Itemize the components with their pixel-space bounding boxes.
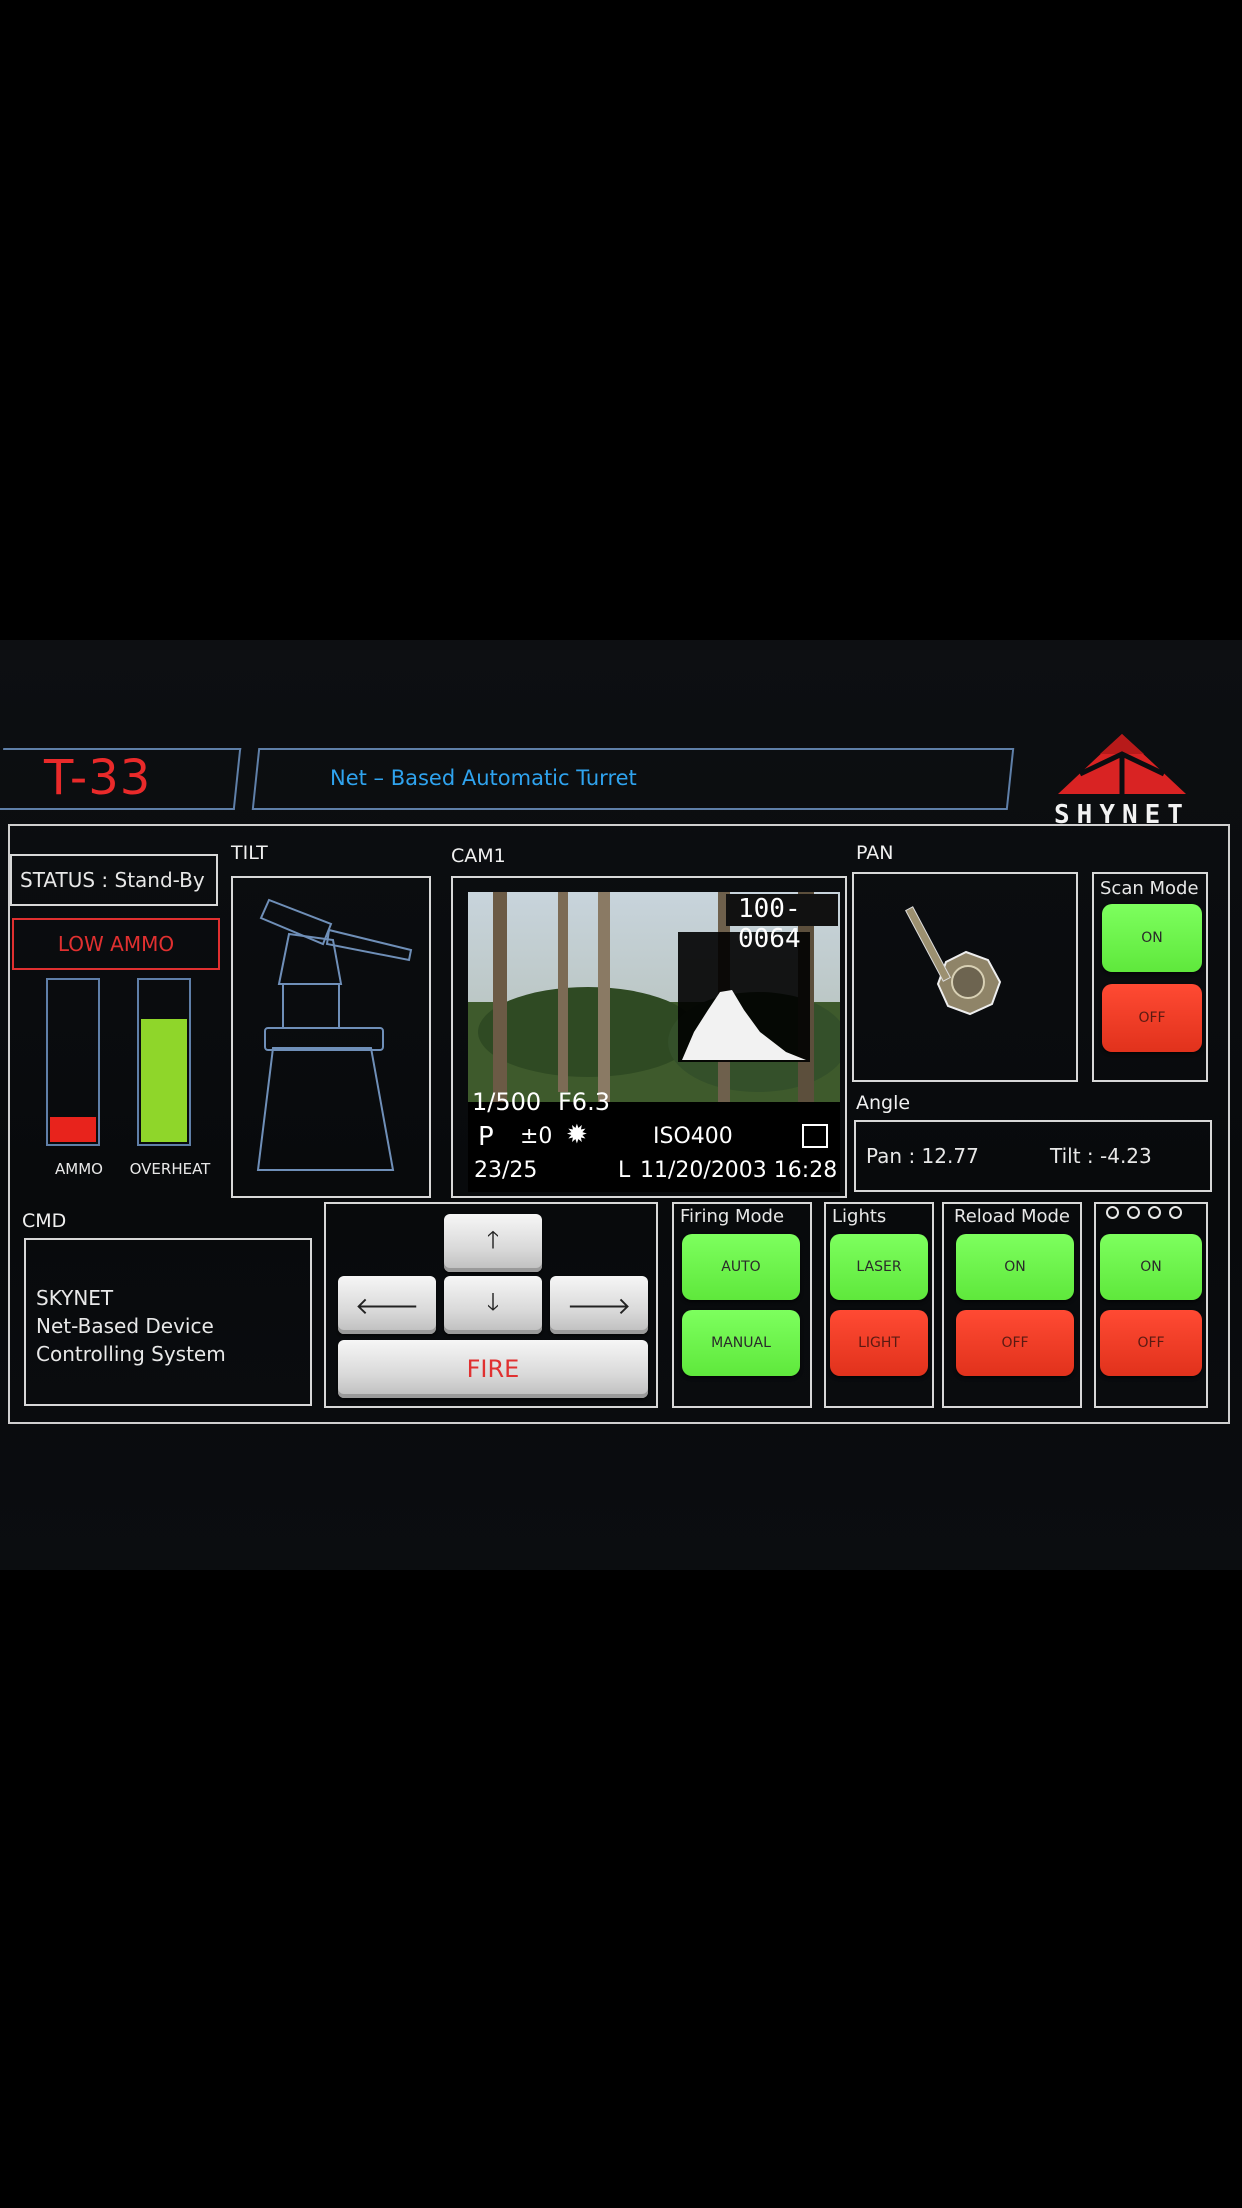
white-balance-sun-icon: ✹ [566, 1120, 588, 1150]
arrow-up-icon: 🡑 [486, 1225, 500, 1254]
cam-exposure: ±0 [520, 1124, 553, 1149]
dot-icon [1127, 1206, 1140, 1219]
arrow-down-icon: 🡓 [486, 1287, 500, 1316]
cmd-line: SKYNET [36, 1286, 114, 1310]
reload-mode-off-button[interactable]: OFF [956, 1310, 1074, 1376]
turret-side-view-icon [256, 898, 413, 1171]
cam-shutter: 1/500 [472, 1088, 542, 1116]
dot-icon [1106, 1206, 1119, 1219]
pan-view [852, 872, 1078, 1082]
arrow-left-button[interactable]: 🡐 [338, 1276, 436, 1334]
cam-quality: L [618, 1158, 631, 1183]
scan-mode-on-button[interactable]: ON [1102, 904, 1202, 972]
cam-aperture: F6.3 [558, 1088, 610, 1116]
tilt-label: TILT [231, 842, 268, 864]
cam-iso: ISO400 [653, 1124, 733, 1149]
scan-mode-title: Scan Mode [1100, 878, 1199, 899]
cmd-label: CMD [22, 1210, 67, 1232]
extra-on-button[interactable]: ON [1100, 1234, 1202, 1300]
metering-icon [802, 1124, 828, 1148]
extra-panel-dots [1106, 1206, 1182, 1219]
pan-label: PAN [856, 842, 894, 864]
overheat-label: OVERHEAT [129, 1160, 211, 1178]
tilt-view [231, 876, 431, 1198]
dot-icon [1148, 1206, 1161, 1219]
firing-mode-title: Firing Mode [680, 1206, 785, 1227]
cam-mode: P [478, 1122, 494, 1152]
fire-button[interactable]: FIRE [338, 1340, 648, 1398]
tilt-value: Tilt : -4.23 [1050, 1144, 1152, 1168]
extra-off-button[interactable]: OFF [1100, 1310, 1202, 1376]
arrow-down-button[interactable]: 🡓 [444, 1276, 542, 1334]
cam-frame-count: 23/25 [474, 1158, 538, 1183]
camera-feed: 100-0064 1/500 F6.3 P ±0 ✹ ISO400 23/25 … [468, 892, 840, 1192]
arrow-up-button[interactable]: 🡑 [444, 1214, 542, 1272]
scan-mode-off-button[interactable]: OFF [1102, 984, 1202, 1052]
dot-icon [1169, 1206, 1182, 1219]
overheat-gauge-fill [141, 1019, 187, 1142]
ammo-gauge-fill [50, 1117, 96, 1142]
arrow-right-button[interactable]: 🡒 [550, 1276, 648, 1334]
lights-light-button[interactable]: LIGHT [830, 1310, 928, 1376]
lights-title: Lights [832, 1206, 887, 1227]
lights-laser-button[interactable]: LASER [830, 1234, 928, 1300]
firing-mode-manual-button[interactable]: MANUAL [682, 1310, 800, 1376]
camera-label: CAM1 [451, 845, 506, 867]
reload-mode-title: Reload Mode [954, 1206, 1071, 1227]
ammo-label: AMMO [55, 1160, 103, 1178]
banner-subtitle: Net – Based Automatic Turret [330, 766, 637, 790]
status-text: STATUS : Stand-By [20, 868, 205, 892]
low-ammo-text: LOW AMMO [57, 932, 175, 956]
angle-label: Angle [856, 1092, 911, 1114]
pan-value: Pan : 12.77 [866, 1144, 979, 1168]
ammo-gauge [46, 978, 100, 1146]
turret-top-view-icon [905, 906, 1002, 1016]
cmd-line: Controlling System [36, 1342, 226, 1366]
overheat-gauge [137, 978, 191, 1146]
device-title: T-33 [44, 750, 152, 806]
extra-panel [1094, 1202, 1208, 1408]
arrow-right-icon: 🡒 [566, 1291, 632, 1320]
monitor-screen: T-33 Net – Based Automatic Turret SHYNET… [0, 640, 1242, 1570]
cam-datetime: 11/20/2003 16:28 [640, 1158, 838, 1183]
reload-mode-panel [942, 1202, 1082, 1408]
reload-mode-on-button[interactable]: ON [956, 1234, 1074, 1300]
lights-panel [824, 1202, 934, 1408]
arrow-left-icon: 🡐 [354, 1291, 420, 1320]
cmd-output: SKYNET Net-Based Device Controlling Syst… [36, 1284, 226, 1368]
firing-mode-auto-button[interactable]: AUTO [682, 1234, 800, 1300]
cam-folder-number: 100-0064 [738, 894, 801, 954]
cmd-line: Net-Based Device [36, 1314, 214, 1338]
firing-mode-panel [672, 1202, 812, 1408]
